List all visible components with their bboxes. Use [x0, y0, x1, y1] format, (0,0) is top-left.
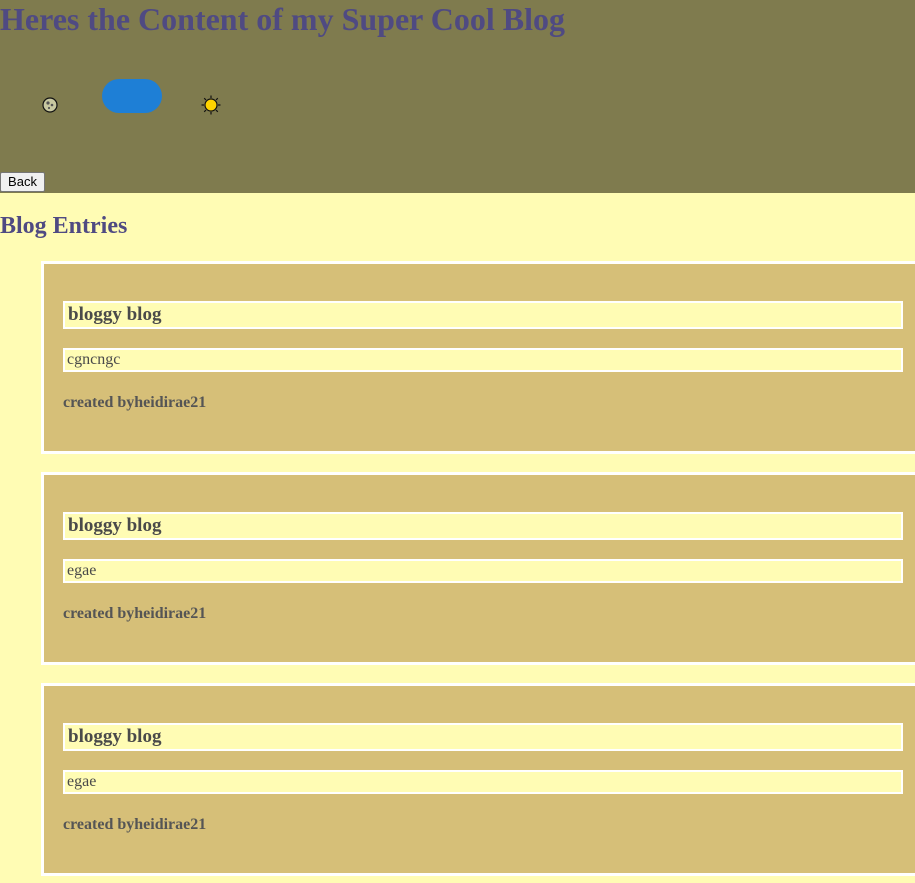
entry-author: created byheidirae21 [63, 605, 207, 622]
blog-entry-card: bloggy blog cgncngc created byheidirae21 [41, 261, 915, 454]
entry-title: bloggy blog [63, 723, 903, 751]
entry-author: created byheidirae21 [63, 816, 207, 833]
entry-author: created byheidirae21 [63, 394, 207, 411]
theme-toggle-switch[interactable] [102, 79, 162, 113]
back-button[interactable]: Back [0, 172, 45, 192]
entry-title: bloggy blog [63, 301, 903, 329]
page-title: Heres the Content of my Super Cool Blog [0, 1, 566, 37]
entry-body: cgncngc [63, 348, 903, 372]
moon-icon [42, 97, 58, 113]
entry-title: bloggy blog [63, 512, 903, 540]
sun-icon [201, 95, 221, 115]
entry-body: egae [63, 770, 903, 794]
blog-entry-card: bloggy blog egae created byheidirae21 [41, 683, 915, 876]
site-header: Heres the Content of my Super Cool Blog [0, 0, 915, 193]
entry-body: egae [63, 559, 903, 583]
section-title: Blog Entries [0, 213, 128, 239]
blog-entry-card: bloggy blog egae created byheidirae21 [41, 472, 915, 665]
